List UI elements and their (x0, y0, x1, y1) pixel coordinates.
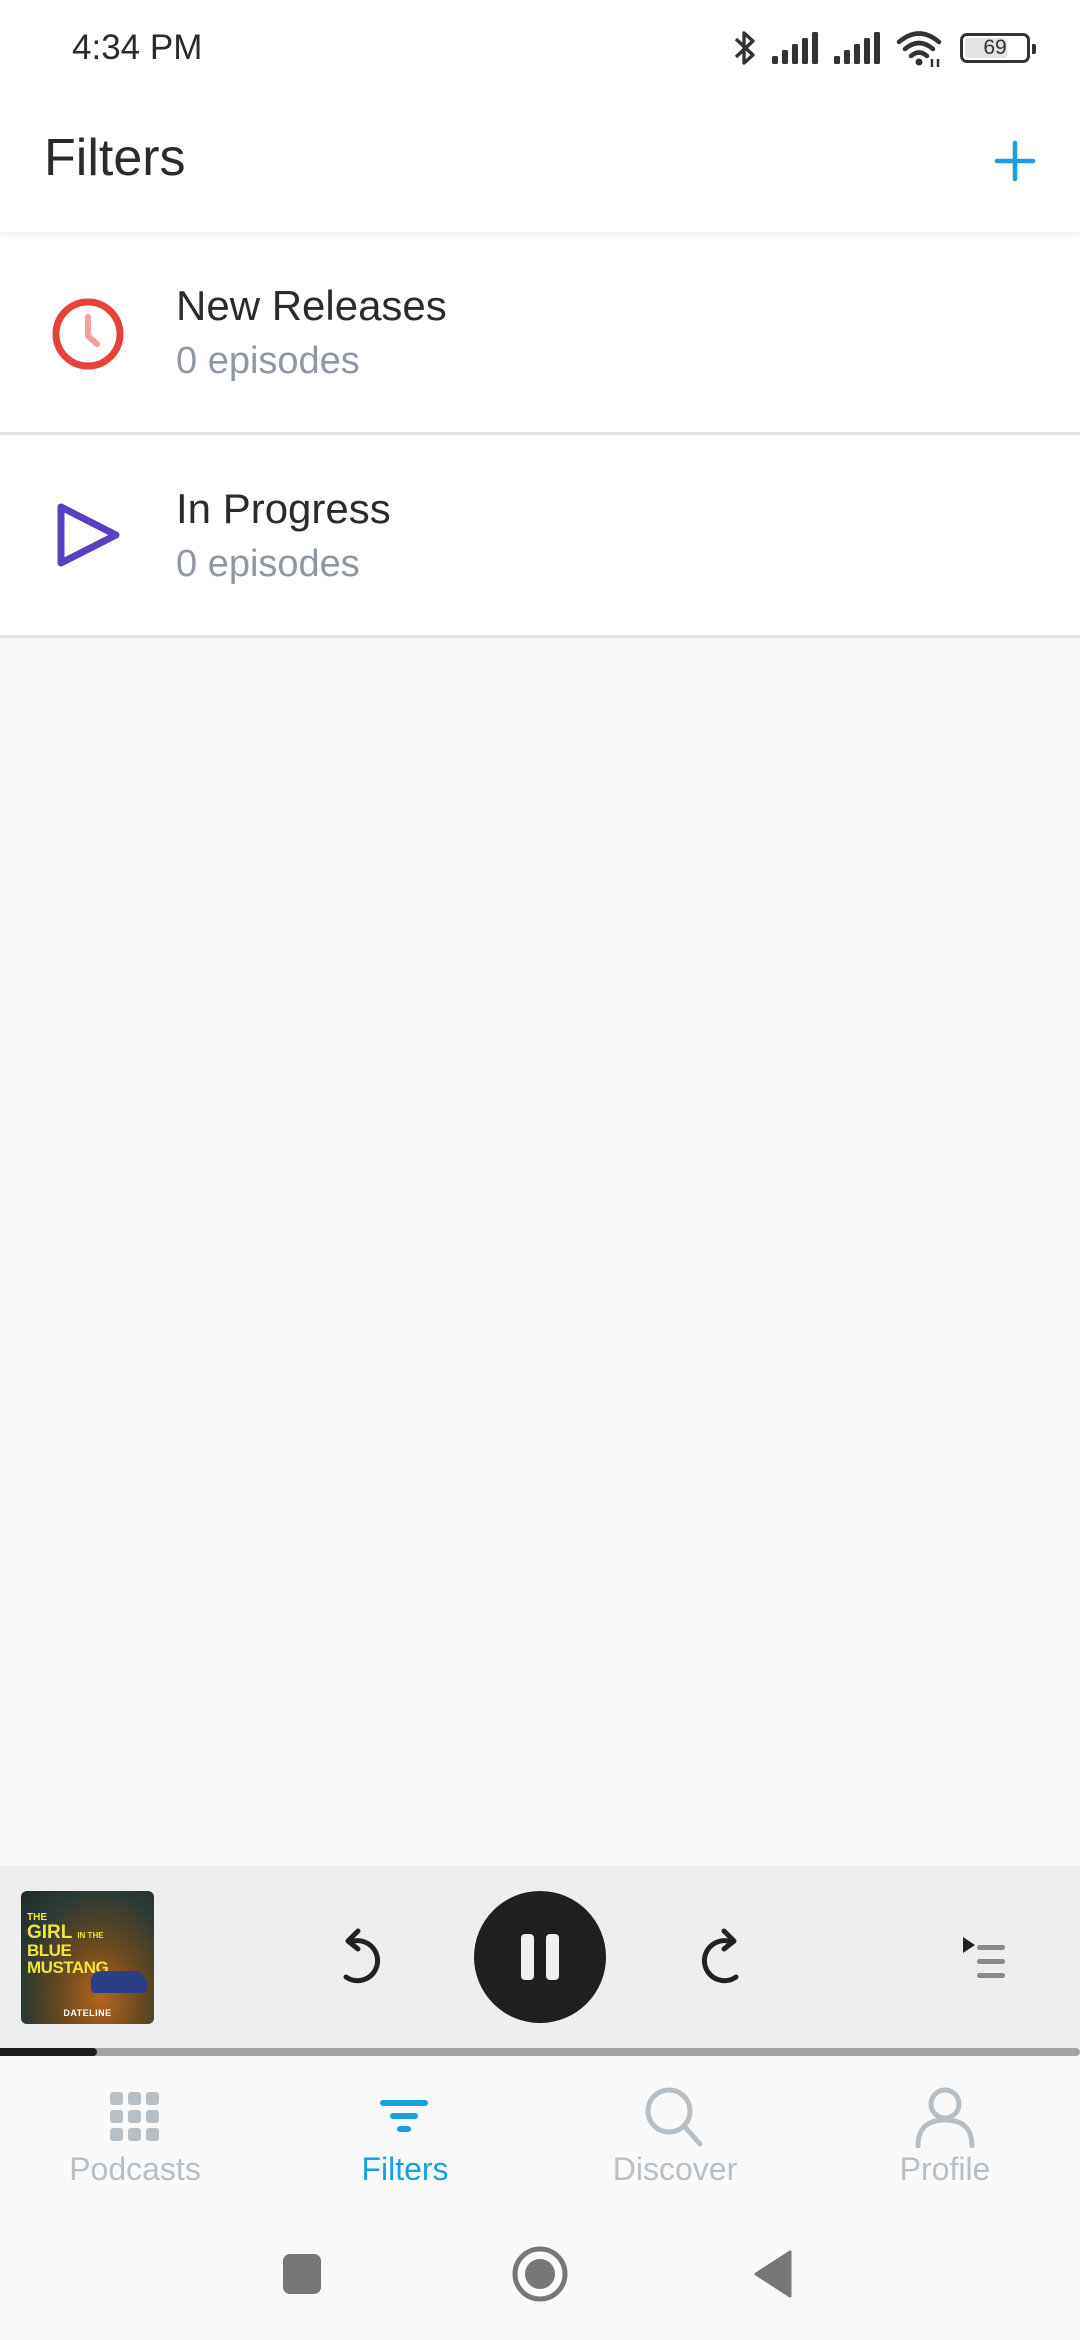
nav-label: Discover (612, 2151, 738, 2187)
up-next-button[interactable] (950, 1918, 1030, 1998)
nav-item-filters[interactable]: Filters (270, 2056, 540, 2206)
filter-count: 0 episodes (176, 340, 360, 382)
battery-icon: 69 (960, 33, 1036, 63)
back-icon (754, 2250, 792, 2298)
artwork-title: THE GIRL IN THE BLUE MUSTANG (27, 1913, 154, 1977)
home-icon (512, 2246, 568, 2302)
wifi-icon (896, 31, 942, 67)
playback-progress-fill (0, 2048, 98, 2056)
play-icon (57, 503, 120, 567)
nav-item-discover[interactable]: Discover (540, 2056, 810, 2206)
back-button[interactable] (742, 2242, 806, 2306)
nav-item-podcasts[interactable]: Podcasts (0, 2056, 270, 2206)
clock-icon (52, 298, 124, 370)
mini-player: THE GIRL IN THE BLUE MUSTANG DATELINE (0, 1866, 1080, 2048)
bluetooth-icon (734, 31, 755, 65)
filter-list: New Releases 0 episodes In Progress 0 ep… (0, 232, 1080, 638)
filter-row-new-releases[interactable]: New Releases 0 episodes (0, 232, 1080, 435)
grid-icon (100, 2082, 170, 2152)
profile-icon (910, 2082, 980, 2152)
bottom-nav: Podcasts Filters Discover Profile (0, 2056, 1080, 2206)
skip-forward-button[interactable] (682, 1918, 762, 1998)
artwork-brand: DATELINE (63, 2008, 112, 2018)
signal-icon (834, 32, 880, 64)
app-header: Filters (0, 100, 1080, 232)
filter-name: New Releases (176, 282, 447, 329)
page-title: Filters (44, 129, 186, 187)
artwork-car (91, 1971, 147, 1993)
filter-count: 0 episodes (176, 543, 360, 585)
status-time: 4:34 PM (72, 28, 203, 67)
artwork-line2-main: GIRL (27, 1922, 73, 1943)
recents-button[interactable] (270, 2242, 334, 2306)
up-next-icon (963, 1937, 1005, 1978)
system-nav (0, 2206, 1080, 2340)
filter-icon (370, 2082, 440, 2152)
status-bar: 4:34 PM 69 (0, 0, 1080, 100)
nav-label: Podcasts (69, 2151, 201, 2187)
pause-icon (521, 1934, 559, 1980)
search-icon (640, 2082, 710, 2152)
plus-icon (994, 140, 1036, 182)
signal-icon (772, 32, 818, 64)
podcast-artwork[interactable]: THE GIRL IN THE BLUE MUSTANG DATELINE (21, 1891, 154, 2024)
home-button[interactable] (508, 2242, 572, 2306)
pause-button[interactable] (474, 1891, 606, 2023)
playback-progress[interactable] (0, 2048, 1080, 2056)
artwork-line2: GIRL IN THE (27, 1923, 154, 1942)
battery-level: 69 (983, 36, 1007, 59)
artwork-line2-small: IN THE (77, 1931, 104, 1940)
add-filter-button[interactable] (976, 122, 1054, 200)
nav-label: Filters (361, 2151, 449, 2187)
nav-item-profile[interactable]: Profile (810, 2056, 1080, 2206)
skip-forward-icon (701, 1928, 739, 1984)
filter-name: In Progress (176, 485, 391, 532)
skip-back-icon (343, 1928, 381, 1984)
status-icons: 69 (732, 26, 1036, 70)
skip-back-button[interactable] (320, 1918, 400, 1998)
recents-icon (283, 2254, 321, 2294)
filter-row-in-progress[interactable]: In Progress 0 episodes (0, 435, 1080, 638)
nav-label: Profile (899, 2151, 991, 2187)
